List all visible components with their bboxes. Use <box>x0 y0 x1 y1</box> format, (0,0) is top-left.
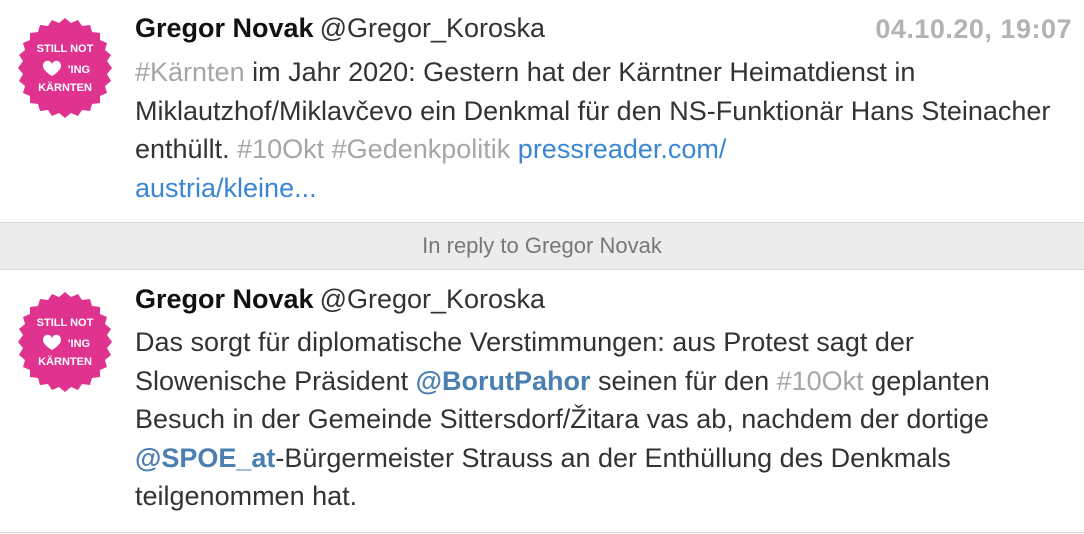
link-line-2: austria/kleine... <box>135 172 317 203</box>
avatar-badge-icon: STILL NOT 'ING KÄRNTEN <box>18 292 112 392</box>
text-segment: seinen für den <box>590 365 777 396</box>
in-reply-to-bar[interactable]: In reply to Gregor Novak <box>0 223 1084 270</box>
avatar-text-line1: STILL NOT <box>37 43 94 55</box>
author-name[interactable]: Gregor Novak <box>135 284 314 314</box>
author-handle[interactable]: @Gregor_Koroska <box>320 13 546 43</box>
hashtag-gedenkpolitik[interactable]: #Gedenkpolitik <box>332 134 511 164</box>
text-segment <box>324 134 332 164</box>
tweet-header: Gregor Novak @Gregor_Koroska <box>135 284 545 315</box>
avatar-text-line3: KÄRNTEN <box>38 81 92 94</box>
tweet-text: Das sorgt für diplomatische Verstimmunge… <box>135 323 1055 516</box>
mention-spoe-at[interactable]: @SPOE_at <box>135 443 275 473</box>
author-handle[interactable]: @Gregor_Koroska <box>320 284 546 314</box>
avatar-text-line2: 'ING <box>68 64 90 76</box>
avatar[interactable]: STILL NOT 'ING KÄRNTEN <box>13 16 117 120</box>
hashtag-10okt[interactable]: #10Okt <box>237 134 324 164</box>
tweet-1[interactable]: STILL NOT 'ING KÄRNTEN Gregor Novak @Greg… <box>0 0 1084 223</box>
link-line-1: pressreader.com/ <box>517 134 727 164</box>
tweet-2[interactable]: STILL NOT 'ING KÄRNTEN Gregor Novak @Greg… <box>0 270 1084 533</box>
timestamp: 04.10.20, 19:07 <box>875 14 1072 44</box>
tweet-header: Gregor Novak @Gregor_Koroska <box>135 13 545 44</box>
avatar-text-line3: KÄRNTEN <box>38 355 92 368</box>
avatar-badge-icon: STILL NOT 'ING KÄRNTEN <box>18 18 112 118</box>
hashtag-10okt[interactable]: #10Okt <box>777 366 864 396</box>
avatar-text-line2: 'ING <box>68 338 90 350</box>
text-segment <box>510 134 518 164</box>
avatar-text-line1: STILL NOT <box>37 317 94 329</box>
author-name[interactable]: Gregor Novak <box>135 13 314 43</box>
avatar[interactable]: STILL NOT 'ING KÄRNTEN <box>13 290 117 394</box>
tweet-text: #Kärnten im Jahr 2020: Gestern hat der K… <box>135 53 1055 207</box>
mention-borutpahor[interactable]: @BorutPahor <box>416 366 591 396</box>
hashtag-karnten[interactable]: #Kärnten <box>135 57 245 87</box>
